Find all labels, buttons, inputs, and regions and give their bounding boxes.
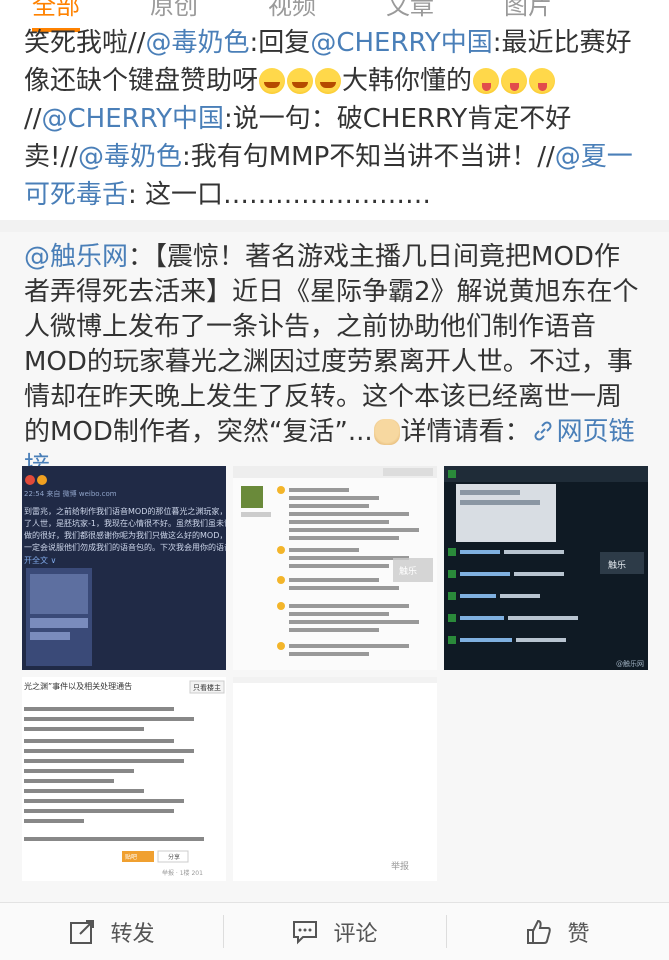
image-4-tag: 贴吧 [125,853,137,861]
post-image-5[interactable]: 举报 [233,677,437,881]
doge-icon [373,419,400,445]
original-post-card[interactable]: @触乐网：【震惊！著名游戏主播几日间竟把MOD作者弄得死去活来】近日《星际争霸2… [0,232,669,902]
tongue-face-icon [473,68,500,94]
crying-face-icon [287,68,314,94]
image-4-button: 只看楼主 [193,683,221,692]
tongue-face-icon [529,68,556,94]
comment-button[interactable]: 评论 [223,903,446,960]
repost-icon [70,919,95,944]
post-image-4[interactable]: 光之渊”事件以及相关处理通告 只看楼主 贴吧 分享 举报 · 1楼 201 [22,677,226,881]
tongue-face-icon [501,68,528,94]
post-image-2[interactable]: 触乐 [233,466,437,670]
image-1-meta: 22:54 来自 微博 weibo.com [24,489,117,498]
repost-button[interactable]: 转发 [0,903,223,960]
repost-text-segment: :我有句MMP不知当讲不当讲！// [181,142,555,172]
repost-text: 笑死我啦//@毒奶色:回复@CHERRY中国:最近比赛好像还缺个键盘赞助呀 大韩你… [0,24,669,214]
like-button[interactable]: 赞 [446,903,669,960]
crying-face-icon [315,68,342,94]
mention-link[interactable]: @CHERRY中国 [310,28,492,58]
tab-image[interactable]: 图片 [504,0,552,26]
comment-icon [293,920,318,944]
mention-link[interactable]: @毒奶色 [78,142,182,172]
post-image-3[interactable]: 触乐 @触乐网 [444,466,648,670]
action-bar: 转发 评论 赞 [0,902,669,960]
repost-text-segment: : 这一口…………………… [128,180,432,210]
post-image-1[interactable]: 22:54 来自 微博 weibo.com 到雷兆，之前给制作我们语音MOD的那… [22,466,226,670]
image-1-line: 到雷兆，之前给制作我们语音MOD的那位暮光之渊玩家， [24,506,226,516]
link-icon [534,421,552,441]
image-1-line: 做的很好，我们都很感谢你呢为我们只做这么好的MOD， [24,530,226,540]
image-3-watermark: 触乐 [608,559,626,571]
crying-face-icon [259,68,286,94]
image-1-expand: 开全文 ∨ [24,555,56,565]
tab-original[interactable]: 原创 [150,0,198,26]
original-post-separator: ： [128,242,155,272]
like-label: 赞 [567,921,590,947]
image-4-footer: 举报 · 1楼 201 [162,869,203,877]
repost-text-segment: :回复 [249,28,311,58]
section-divider [0,220,669,232]
image-6-watermark: @触乐网 [616,659,644,668]
image-2-watermark: 触乐 [399,565,417,577]
image-1-line: 了人世，是胚坑家-1，我现在心情很不好。虽然我们虽未谋 [24,518,226,528]
comment-label: 评论 [333,921,378,947]
image-5-report: 举报 [391,860,409,872]
tab-article[interactable]: 文章 [386,0,434,26]
mention-link[interactable]: @毒奶色 [146,28,250,58]
image-1-line: 一定会说服他们勿成我们的语音包的。下次我会用你的语音 [24,542,226,552]
mention-link[interactable]: @CHERRY中国 [42,104,224,134]
thumbs-up-icon [527,919,552,944]
image-4-title: 光之渊”事件以及相关处理通告 [24,681,132,691]
repost-text-segment: // [24,104,42,134]
image-4-share: 分享 [168,853,180,861]
details-prefix: 详情请看： [400,417,531,447]
original-author-link[interactable]: @触乐网 [24,242,128,272]
repost-text-segment: 笑死我啦// [24,28,146,58]
repost-text-segment: 大韩你懂的 [342,66,473,96]
tab-all[interactable]: 全部 [32,0,80,32]
repost-label: 转发 [110,921,155,947]
tab-video[interactable]: 视频 [268,0,316,26]
original-post-text: @触乐网：【震惊！著名游戏主播几日间竟把MOD作者弄得死去活来】近日《星际争霸2… [0,240,669,485]
